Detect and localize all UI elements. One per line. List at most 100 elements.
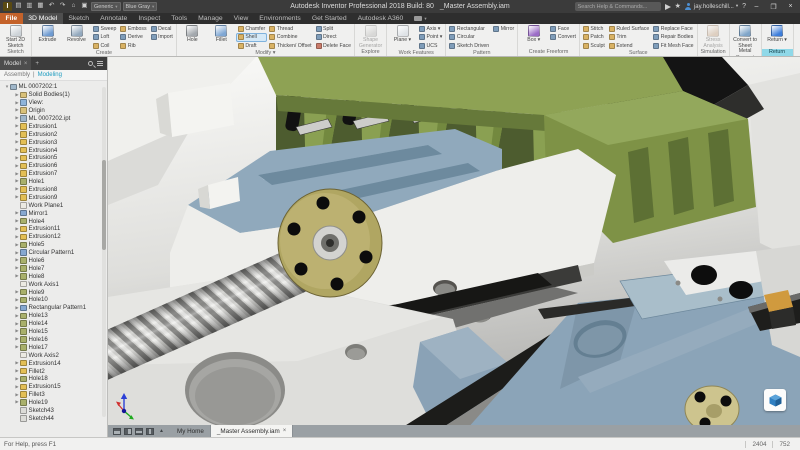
a360-share-button[interactable] bbox=[764, 389, 786, 411]
ribbon-button-axis[interactable]: Axis ▾ bbox=[418, 25, 443, 33]
ribbon-button-trim[interactable]: Trim bbox=[608, 34, 650, 42]
undo-icon[interactable]: ↶ bbox=[47, 2, 56, 11]
stack-windows-icon[interactable] bbox=[135, 428, 143, 435]
ribbon-button-loft[interactable]: Loft bbox=[92, 34, 117, 42]
ribbon-tab-tools[interactable]: Tools bbox=[166, 13, 193, 24]
ribbon-button-convert[interactable]: Convert bbox=[549, 34, 577, 42]
screenshot-icon[interactable]: ▣ bbox=[80, 2, 89, 11]
add-browser-tab-button[interactable]: + bbox=[31, 60, 43, 67]
ribbon-tab-file[interactable]: File bbox=[0, 13, 23, 24]
tree-item-extrusion4[interactable]: ▶Extrusion4 bbox=[0, 146, 107, 154]
ribbon-button-import[interactable]: Import bbox=[150, 34, 174, 42]
tree-item-hole7[interactable]: ▶Hole7 bbox=[0, 264, 107, 272]
ribbon-button-patch[interactable]: Patch bbox=[582, 34, 606, 42]
ribbon-button-revolve[interactable]: Revolve bbox=[63, 25, 90, 44]
ribbon-button-fillet[interactable]: Fillet bbox=[208, 25, 235, 44]
tree-item-mirror1[interactable]: ▶Mirror1 bbox=[0, 209, 107, 217]
tree-item-hole10[interactable]: ▶Hole10 bbox=[0, 296, 107, 304]
ribbon-button-stress-analysis[interactable]: Stress Analysis bbox=[700, 25, 727, 49]
search-help-input[interactable]: Search Help & Commands... bbox=[575, 2, 661, 11]
doc-tab-master-assembly-iam[interactable]: _Master Assembly.iam× bbox=[211, 425, 293, 437]
tree-item-extrusion7[interactable]: ▶Extrusion7 bbox=[0, 170, 107, 178]
close-button[interactable]: × bbox=[784, 1, 797, 12]
tree-item-hole1[interactable]: ▶Hole1 bbox=[0, 178, 107, 186]
tree-item-extrusion8[interactable]: ▶Extrusion8 bbox=[0, 186, 107, 194]
ribbon-button-stitch[interactable]: Stitch bbox=[582, 25, 606, 33]
ribbon-tab-annotate[interactable]: Annotate bbox=[95, 13, 133, 24]
ribbon-button-delete-face[interactable]: Delete Face bbox=[315, 42, 352, 50]
tree-item-sketch43[interactable]: Sketch43 bbox=[0, 407, 107, 415]
ribbon-button-coil[interactable]: Coil bbox=[92, 42, 117, 50]
ribbon-tab-manage[interactable]: Manage bbox=[193, 13, 229, 24]
tree-item-hole6[interactable]: ▶Hole6 bbox=[0, 257, 107, 265]
panel-label-pattern[interactable]: Pattern bbox=[446, 50, 517, 56]
collapse-icon[interactable]: ▲ bbox=[157, 428, 166, 434]
tree-item-hole18[interactable]: ▶Hole18 bbox=[0, 375, 107, 383]
ribbon-button-thicken-offset[interactable]: Thicken/ Offset bbox=[268, 42, 312, 50]
tree-item-fillet3[interactable]: ▶Fillet3 bbox=[0, 391, 107, 399]
ribbon-button-chamfer[interactable]: Chamfer bbox=[237, 25, 266, 33]
ribbon-button-direct[interactable]: Direct bbox=[315, 34, 352, 42]
ribbon-button-extend[interactable]: Extend bbox=[608, 42, 650, 50]
ribbon-button-extrude[interactable]: Extrude bbox=[34, 25, 61, 44]
ribbon-button-mirror[interactable]: Mirror bbox=[492, 25, 515, 33]
send-icon[interactable] bbox=[665, 4, 671, 10]
ribbon-button-ruled-surface[interactable]: Ruled Surface bbox=[608, 25, 650, 33]
breadcrumb-modeling[interactable]: Modeling bbox=[38, 72, 62, 78]
tree-item-rectangular-pattern1[interactable]: ▶Rectangular Pattern1 bbox=[0, 304, 107, 312]
ribbon-tab-sketch[interactable]: Sketch bbox=[63, 13, 95, 24]
tree-item-extrusion14[interactable]: ▶Extrusion14 bbox=[0, 359, 107, 367]
tree-item-hole9[interactable]: ▶Hole9 bbox=[0, 288, 107, 296]
tree-item-hole17[interactable]: ▶Hole17 bbox=[0, 343, 107, 351]
tree-item-circular-pattern1[interactable]: ▶Circular Pattern1 bbox=[0, 249, 107, 257]
tree-item-work-plane1[interactable]: Work Plane1 bbox=[0, 201, 107, 209]
ribbon-button-face[interactable]: Face bbox=[549, 25, 577, 33]
cascade-windows-icon[interactable] bbox=[113, 428, 121, 435]
tree-item-extrusion3[interactable]: ▶Extrusion3 bbox=[0, 138, 107, 146]
panel-label-create[interactable]: Create bbox=[32, 50, 176, 56]
panel-label-return[interactable]: Return bbox=[762, 49, 793, 56]
panel-label-modify[interactable]: Modify ▾ bbox=[177, 50, 354, 56]
ribbon-button-rib[interactable]: Rib bbox=[119, 42, 147, 50]
ribbon-button-box[interactable]: Box ▾ bbox=[520, 25, 547, 44]
tree-item-extrusion6[interactable]: ▶Extrusion6 bbox=[0, 162, 107, 170]
restore-button[interactable]: ❐ bbox=[767, 1, 780, 12]
tree-item-work-axis1[interactable]: Work Axis1 bbox=[0, 280, 107, 288]
ribbon-button-point[interactable]: Point ▾ bbox=[418, 34, 443, 42]
ribbon-button-convert-to-sheet-metal[interactable]: Convert to Sheet Metal bbox=[732, 25, 759, 55]
close-icon[interactable]: × bbox=[24, 61, 28, 67]
tree-item-origin[interactable]: ▶Origin bbox=[0, 107, 107, 115]
ribbon-button-shape-generator[interactable]: Shape Generator bbox=[357, 25, 384, 49]
split-windows-icon[interactable] bbox=[146, 428, 154, 435]
tree-item-solid-bodies-1[interactable]: ▶Solid Bodies(1) bbox=[0, 91, 107, 99]
ribbon-button-split[interactable]: Split bbox=[315, 25, 352, 33]
ribbon-button-sweep[interactable]: Sweep bbox=[92, 25, 117, 33]
ribbon-tab-3d-model[interactable]: 3D Model bbox=[23, 13, 63, 24]
panel-label-surface[interactable]: Surface bbox=[580, 50, 697, 56]
ribbon-button-replace-face[interactable]: Replace Face bbox=[652, 25, 694, 33]
ribbon-button-thread[interactable]: Thread bbox=[268, 25, 312, 33]
ribbon-button-fit-mesh-face[interactable]: Fit Mesh Face bbox=[652, 42, 694, 50]
panel-label-create-freeform[interactable]: Create Freeform bbox=[518, 49, 579, 56]
tree-item-extrusion11[interactable]: ▶Extrusion11 bbox=[0, 225, 107, 233]
minimize-button[interactable]: – bbox=[750, 1, 763, 12]
close-icon[interactable]: × bbox=[283, 428, 287, 434]
favorites-star-icon[interactable]: ★ bbox=[675, 3, 681, 10]
tree-item-view[interactable]: ▶View: bbox=[0, 99, 107, 107]
tree-item-hole19[interactable]: ▶Hole19 bbox=[0, 399, 107, 407]
redo-icon[interactable]: ↷ bbox=[58, 2, 67, 11]
tree-item-ml-0007202-ipt[interactable]: ▶ML 0007202.ipt bbox=[0, 115, 107, 123]
tree-item-extrusion9[interactable]: ▶Extrusion9 bbox=[0, 193, 107, 201]
tree-item-extrusion12[interactable]: ▶Extrusion12 bbox=[0, 233, 107, 241]
ribbon-button-start-2d-sketch[interactable]: Start 2D Sketch bbox=[2, 25, 29, 49]
menu-icon[interactable] bbox=[97, 61, 103, 66]
tree-item-hole8[interactable]: ▶Hole8 bbox=[0, 272, 107, 280]
inventor-logo-icon[interactable]: I bbox=[3, 2, 12, 11]
ribbon-button-hole[interactable]: Hole bbox=[179, 25, 206, 44]
doc-tab-my-home[interactable]: My Home bbox=[171, 425, 211, 437]
ribbon-tab-inspect[interactable]: Inspect bbox=[133, 13, 166, 24]
ribbon-button-emboss[interactable]: Emboss bbox=[119, 25, 147, 33]
ribbon-button-draft[interactable]: Draft bbox=[237, 42, 266, 50]
new-document-icon[interactable]: ▤ bbox=[14, 2, 23, 11]
tree-item-fillet2[interactable]: ▶Fillet2 bbox=[0, 367, 107, 375]
